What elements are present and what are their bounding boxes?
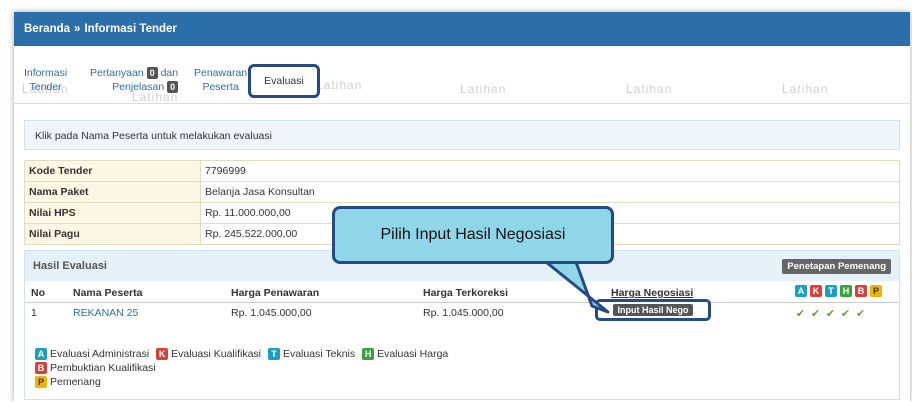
page-frame: Beranda » Informasi Tender Latihan Latih…	[14, 12, 910, 402]
instruction-callout: Pilih Input Hasil Negosiasi	[332, 206, 614, 264]
callout-text: Pilih Input Hasil Negosiasi	[380, 226, 566, 243]
